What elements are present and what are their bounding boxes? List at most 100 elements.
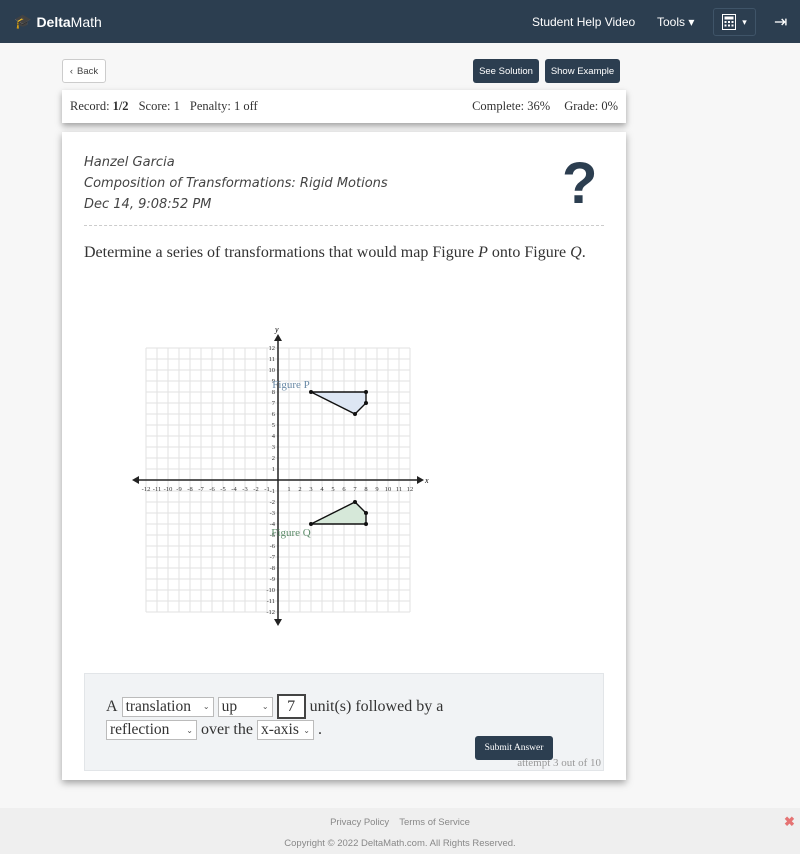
attempt-counter: attempt 3 out of 10	[517, 757, 601, 769]
y-axis-label: y	[274, 325, 279, 334]
vertex-point	[353, 500, 357, 504]
direction-select[interactable]: up ⌄	[217, 696, 273, 717]
chevron-down-icon: ⌄	[303, 725, 310, 735]
student-help-video-link[interactable]: Student Help Video	[532, 15, 635, 29]
x-tick-label: 12	[407, 486, 414, 493]
vertex-point	[364, 401, 368, 405]
y-tick-label: -6	[270, 543, 276, 550]
q-pre: Determine a series of transformations th…	[84, 244, 479, 261]
answer-box: A translation ⌄ up ⌄ 7 unit(s) followed by…	[84, 673, 604, 771]
see-solution-button[interactable]: See Solution	[473, 59, 539, 83]
record-label: Record:	[70, 99, 110, 113]
x-tick-label: -2	[253, 486, 258, 493]
back-button[interactable]: ‹ Back	[62, 59, 106, 83]
x-tick-label: 4	[320, 486, 324, 493]
q-mid: onto Figure	[487, 244, 571, 261]
transform2-select[interactable]: reflection ⌄	[106, 720, 197, 740]
score: Score: 1	[138, 99, 180, 113]
close-icon[interactable]: ✖	[784, 814, 795, 830]
y-tick-label: -11	[267, 598, 275, 605]
help-question-icon[interactable]: ?	[562, 150, 597, 217]
over-the-text: over the	[201, 721, 253, 738]
x-tick-label: 8	[364, 486, 367, 493]
vertex-point	[353, 412, 357, 416]
chevron-down-icon: ⌄	[186, 725, 193, 735]
period: .	[317, 721, 322, 738]
y-tick-label: 11	[269, 356, 275, 363]
penalty: Penalty: 1 off	[189, 99, 258, 113]
y-tick-label: -12	[266, 609, 275, 616]
logout-icon[interactable]: ⇥	[774, 12, 787, 32]
question-text: Determine a series of transformations th…	[84, 242, 604, 264]
q-p: P	[478, 244, 488, 261]
figure-label: Figure P	[272, 379, 310, 391]
x-tick-label: 11	[396, 486, 402, 493]
x-tick-label: -7	[198, 486, 204, 493]
chevron-left-icon: ‹	[69, 65, 74, 77]
vertex-point	[364, 522, 368, 526]
deltamath-logo[interactable]: 🎓 DeltaMath	[14, 13, 102, 30]
y-tick-label: -10	[266, 587, 275, 594]
record: Record: 1/2	[70, 99, 129, 114]
x-tick-label: 2	[298, 486, 301, 493]
y-tick-label: 12	[269, 345, 276, 352]
record-bar: Record: 1/2 Score: 1 Penalty: 1 off Compl…	[62, 90, 626, 123]
x-tick-label: 9	[375, 486, 378, 493]
axis-value: x-axis	[260, 721, 299, 738]
student-name: Hanzel Garcia	[84, 155, 175, 170]
y-tick-label: 10	[269, 367, 276, 374]
y-tick-label: -8	[270, 565, 275, 572]
q-q: Q	[570, 244, 582, 261]
y-tick-label: 2	[272, 455, 275, 462]
x-tick-label: -9	[176, 486, 181, 493]
y-tick-label: 1	[272, 466, 275, 473]
calculator-caret: ▾	[742, 16, 747, 27]
transform1-value: translation	[125, 697, 191, 715]
vertex-point	[364, 390, 368, 394]
back-label: Back	[77, 65, 99, 77]
y-tick-label: -9	[270, 576, 275, 583]
q-post: .	[581, 244, 586, 261]
coordinate-graph: xy-12-12-11-11-10-10-9-9-8-8-7-7-6-6-5-5…	[132, 325, 429, 626]
y-tick-label: -1	[270, 488, 275, 495]
chevron-down-icon: ⌄	[202, 702, 210, 711]
x-tick-label: 6	[342, 486, 346, 493]
x-tick-label: -12	[142, 486, 151, 493]
transform1-select[interactable]: translation ⌄	[121, 696, 214, 717]
show-example-button[interactable]: Show Example	[545, 59, 620, 83]
y-tick-label: -7	[270, 554, 276, 561]
x-tick-label: -10	[164, 486, 173, 493]
units-text: unit(s) followed by a	[309, 697, 444, 715]
x-tick-label: -8	[187, 486, 192, 493]
axis-select[interactable]: x-axis ⌄	[256, 720, 314, 740]
x-tick-label: -11	[153, 486, 161, 493]
timestamp: Dec 14, 9:08:52 PM	[84, 197, 212, 212]
units-input[interactable]: 7	[276, 694, 306, 719]
x-tick-label: -3	[242, 486, 247, 493]
y-tick-label: -3	[270, 510, 275, 517]
problem-card: Hanzel Garcia Composition of Transformat…	[62, 132, 626, 780]
tools-dropdown[interactable]: Tools ▾	[657, 15, 694, 29]
x-tick-label: -4	[231, 486, 237, 493]
x-tick-label: 5	[331, 486, 334, 493]
assignment-name: Composition of Transformations: Rigid Mo…	[84, 176, 388, 191]
direction-value: up	[221, 697, 238, 715]
record-value: 1/2	[112, 99, 129, 113]
figure-label: Figure Q	[271, 527, 310, 539]
x-tick-label: 3	[309, 486, 312, 493]
complete: Complete: 36%	[472, 99, 551, 113]
privacy-policy-link[interactable]: Privacy Policy	[330, 817, 389, 828]
x-tick-label: -5	[220, 486, 225, 493]
vertex-point	[364, 511, 368, 515]
top-navbar: 🎓 DeltaMath Student Help Video Tools ▾ ▾…	[0, 0, 800, 43]
problem-meta: Hanzel Garcia Composition of Transformat…	[84, 152, 388, 215]
x-axis-label: x	[424, 476, 429, 485]
x-tick-label: 10	[385, 486, 392, 493]
vertex-point	[309, 522, 313, 526]
terms-of-service-link[interactable]: Terms of Service	[399, 817, 470, 828]
y-tick-label: -2	[270, 499, 275, 506]
calculator-button[interactable]: ▾	[713, 8, 756, 36]
x-tick-label: 7	[353, 486, 357, 493]
x-tick-label: 1	[287, 486, 290, 493]
footer: Privacy Policy Terms of Service Copyright…	[0, 808, 800, 854]
